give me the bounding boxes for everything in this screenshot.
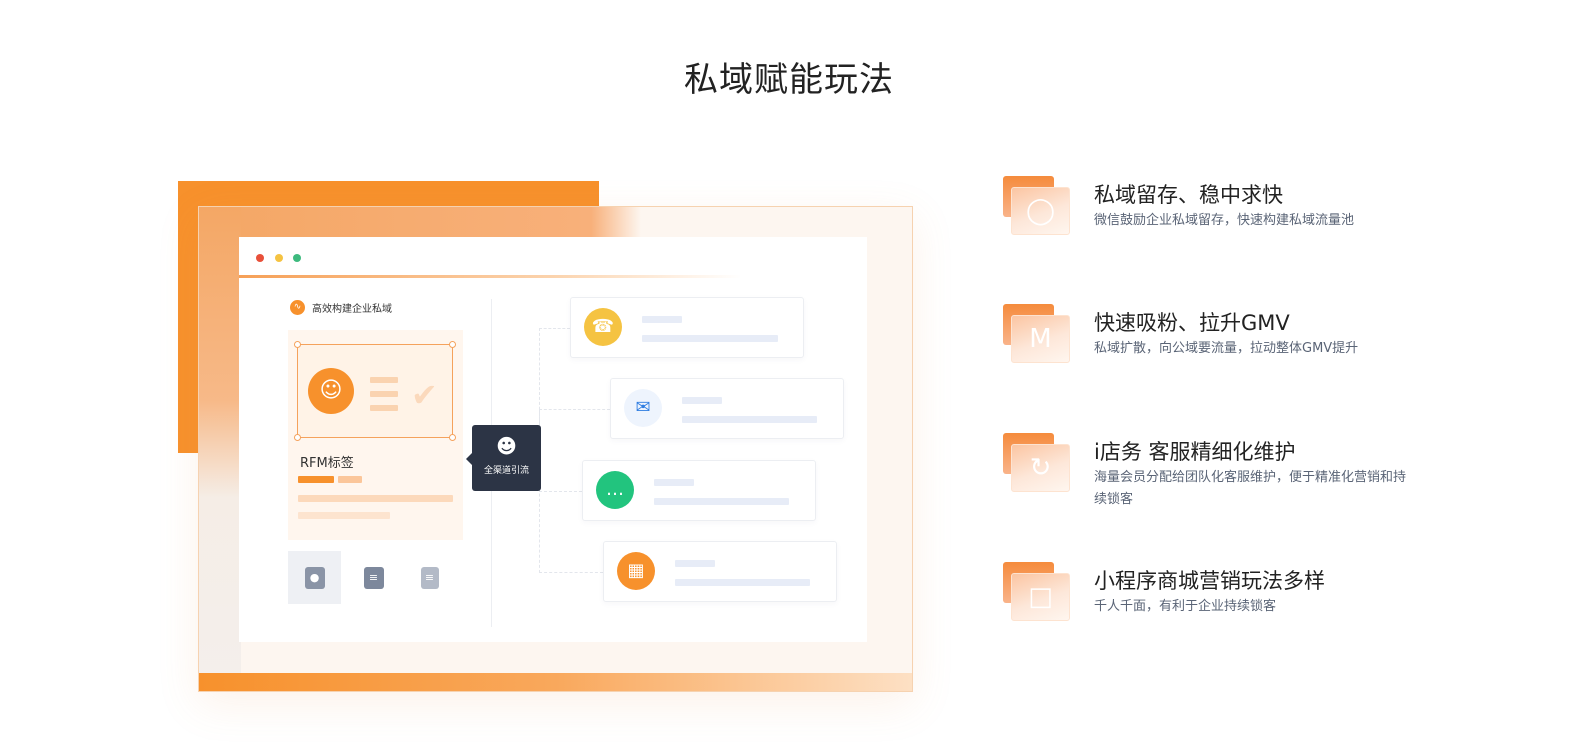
resize-handle (294, 341, 301, 348)
all-channel-hub[interactable]: ☻ 全渠道引流 (466, 425, 541, 491)
feature-item: ◯ 私域留存、稳中求快 微信鼓励企业私域留存，快速构建私域流量池 (1003, 176, 1423, 256)
feature-title: i店务 客服精细化维护 (1094, 440, 1296, 464)
resize-handle (294, 434, 301, 441)
message-icon: … (596, 471, 634, 509)
brand: ∿ 高效构建企业私域 (290, 299, 392, 315)
contact-card-icon: ● (304, 566, 325, 589)
refresh-icon: ↻ (1003, 433, 1070, 493)
phone-icon: ☎ (584, 308, 622, 346)
minimize-dot-icon (275, 254, 283, 262)
channel-card-message[interactable]: … (582, 460, 816, 521)
m-logo-icon: M (1003, 304, 1070, 364)
mock-app-window: ∿ 高效构建企业私域 ☺ ✔ RFM标签 ● ≡ ≡ ☻ 全渠道引流 ☎ ✉ …… (239, 237, 867, 642)
feature-desc: 千人千面，有利于企业持续锁客 (1094, 599, 1277, 614)
brand-label: 高效构建企业私域 (312, 303, 392, 315)
feature-title: 私域留存、稳中求快 (1094, 183, 1283, 207)
hub-label: 全渠道引流 (483, 466, 529, 476)
check-icon: ✔ (411, 376, 438, 414)
feature-item: M 快速吸粉、拉升GMV 私域扩散，向公域要流量，拉动整体GMV提升 (1003, 304, 1423, 384)
rfm-tag-card: ☺ ✔ RFM标签 (288, 330, 463, 540)
feature-item: □ 小程序商城营销玩法多样 千人千面，有利于企业持续锁客 (1003, 562, 1423, 642)
feature-desc: 微信鼓励企业私域留存，快速构建私域流量池 (1094, 213, 1355, 228)
search-bubble-icon: ◯ (1003, 176, 1070, 236)
resize-handle (449, 434, 456, 441)
window-title-bar (239, 237, 867, 277)
chat-bubble-icon: ✉ (624, 389, 662, 427)
feature-item: ↻ i店务 客服精细化维护 海量会员分配给团队化客服维护，便于精准化营销和持续锁… (1003, 433, 1423, 513)
tool-chat-button[interactable]: ≡ (347, 551, 400, 604)
qr-code-icon: ▦ (617, 552, 655, 590)
channel-card-phone[interactable]: ☎ (570, 297, 804, 358)
rfm-tag-label: RFM标签 (300, 456, 354, 471)
add-user-icon: ☻ (496, 434, 517, 458)
maximize-dot-icon (293, 254, 301, 262)
channel-card-chat[interactable]: ✉ (610, 378, 844, 439)
channel-card-qr[interactable]: ▦ (603, 541, 837, 602)
frame-bottom-bar (199, 673, 912, 691)
feature-desc: 海量会员分配给团队化客服维护，便于精准化营销和持续锁客 (1094, 470, 1407, 507)
tool-contact-button[interactable]: ● (288, 551, 341, 604)
close-dot-icon (256, 254, 264, 262)
feature-title: 小程序商城营销玩法多样 (1094, 569, 1325, 593)
feature-desc: 私域扩散，向公域要流量，拉动整体GMV提升 (1094, 341, 1359, 356)
document-icon: ≡ (420, 566, 439, 589)
selection-box: ☺ ✔ (294, 341, 456, 441)
shopping-bag-icon: □ (1003, 562, 1070, 622)
feature-title: 快速吸粉、拉升GMV (1094, 311, 1290, 335)
waveform-icon: ∿ (290, 299, 305, 315)
chat-search-icon: ≡ (363, 566, 384, 589)
people-group-icon: ☺ (308, 368, 354, 414)
tool-document-button[interactable]: ≡ (403, 551, 456, 604)
resize-handle (449, 341, 456, 348)
